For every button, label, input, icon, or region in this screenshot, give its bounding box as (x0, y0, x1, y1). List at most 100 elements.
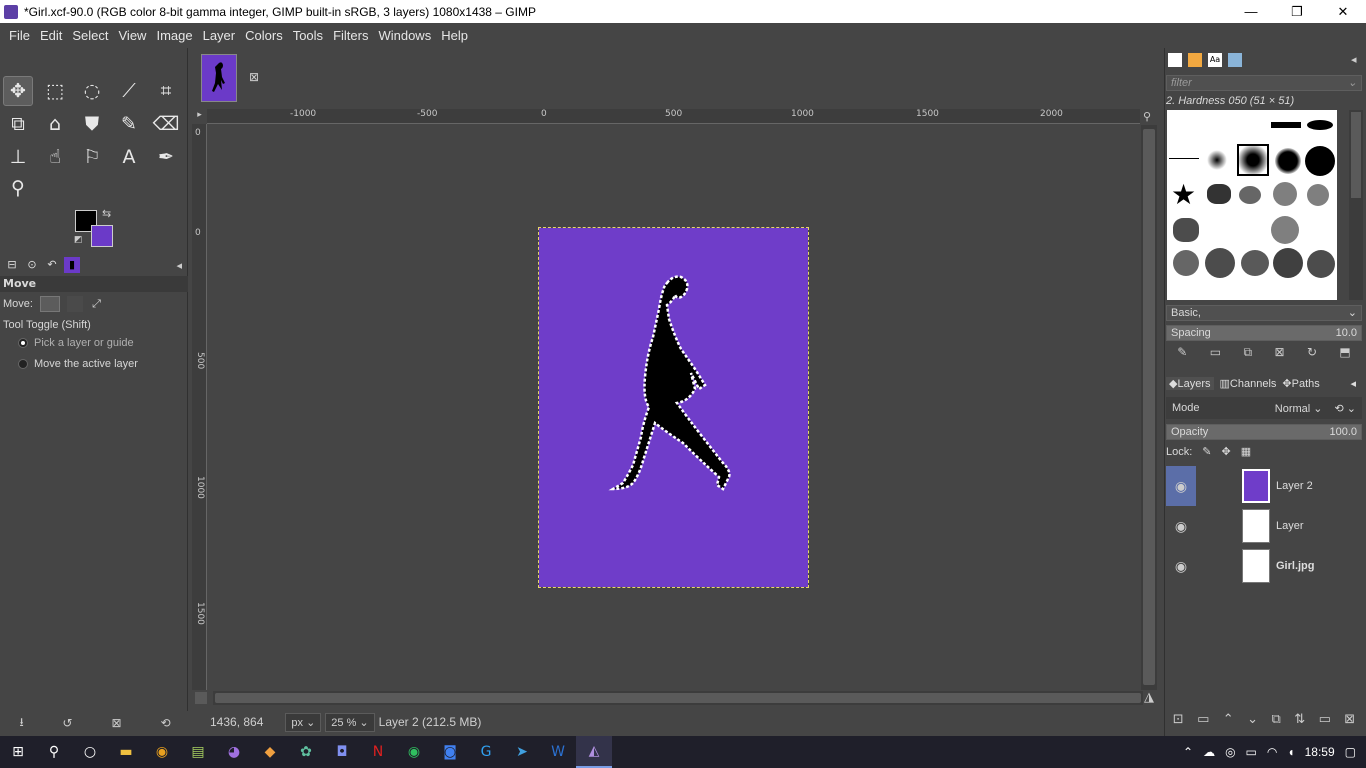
brush-item[interactable] (1169, 158, 1199, 159)
transform-icon[interactable]: ⧉ (3, 109, 33, 139)
brush-item[interactable] (1305, 146, 1335, 176)
brush-scrollbar[interactable] (1349, 110, 1363, 300)
brush-item[interactable] (1207, 150, 1227, 170)
onedrive-icon[interactable]: ☁ (1203, 745, 1215, 759)
bucket-fill-icon[interactable]: ⛊ (77, 109, 107, 139)
brush-panel-menu-icon[interactable]: ◂ (1351, 53, 1357, 66)
brush-item[interactable] (1271, 122, 1301, 128)
file-explorer-icon[interactable]: ▬ (108, 736, 144, 768)
move-selection-icon[interactable] (67, 296, 84, 312)
rect-select-icon[interactable]: ⬚ (40, 76, 70, 106)
clock[interactable]: 18:59 (1305, 745, 1335, 759)
mode-select[interactable]: Normal ⌄ (1275, 402, 1323, 415)
navigate-icon[interactable]: ◮ (1144, 690, 1154, 705)
refresh-brush-icon[interactable]: ↻ (1307, 345, 1317, 360)
menu-layer[interactable]: Layer (198, 28, 241, 43)
spotify-icon[interactable]: ◉ (396, 736, 432, 768)
lasso-icon[interactable]: ◌ (77, 76, 107, 106)
tab-paths[interactable]: ✥Paths (1282, 377, 1319, 390)
layer-name[interactable]: Layer 2 (1276, 480, 1313, 492)
menu-colors[interactable]: Colors (240, 28, 288, 43)
duplicate-brush-icon[interactable]: ⧉ (1243, 345, 1252, 360)
menu-file[interactable]: File (4, 28, 35, 43)
patterns-tab-icon[interactable] (1188, 53, 1202, 67)
lower-layer-icon[interactable]: ⌄ (1247, 712, 1258, 734)
brush-item[interactable] (1173, 250, 1199, 276)
wifi-icon[interactable]: ◠ (1267, 745, 1277, 759)
delete-options-icon[interactable]: ⊠ (111, 716, 121, 730)
menu-edit[interactable]: Edit (35, 28, 67, 43)
menu-filters[interactable]: Filters (328, 28, 373, 43)
netflix-icon[interactable]: N (360, 736, 396, 768)
volume-icon[interactable]: ◖ (1287, 745, 1294, 759)
brush-item[interactable] (1173, 218, 1199, 242)
spacing-slider[interactable]: Spacing 10.0 (1166, 325, 1362, 341)
move-tool-icon[interactable]: ✥ (3, 76, 33, 106)
edit-brush-icon[interactable]: ✎ (1177, 345, 1187, 360)
mode-reset-icon[interactable]: ⟲ ⌄ (1335, 402, 1357, 415)
menu-select[interactable]: Select (67, 28, 113, 43)
move-path-icon[interactable]: ⤢ (92, 298, 101, 310)
layer-name[interactable]: Girl.jpg (1276, 560, 1315, 572)
navigate-corner-icon[interactable] (195, 692, 207, 704)
image-canvas[interactable] (538, 227, 809, 588)
save-options-icon[interactable]: ⭳ (19, 713, 23, 734)
tab-channels[interactable]: ▥Channels (1220, 377, 1277, 390)
text-tool-icon[interactable]: A (114, 142, 144, 172)
brush-filter-input[interactable]: filter ⌄ (1166, 75, 1362, 91)
layer-name[interactable]: Layer (1276, 520, 1304, 532)
discord-icon[interactable]: ◘ (324, 736, 360, 768)
zoom-select[interactable]: 25 % ⌄ (325, 712, 375, 732)
restore-options-icon[interactable]: ↺ (63, 716, 73, 730)
device-status-tab-icon[interactable]: ⊙ (24, 257, 40, 273)
grammarly-icon[interactable]: G (468, 736, 504, 768)
lock-alpha-icon[interactable]: ▦ (1241, 445, 1251, 458)
zoom-app-icon[interactable]: ◙ (432, 736, 468, 768)
swap-colors-icon[interactable]: ⇆ (102, 207, 111, 220)
layers-panel-menu-icon[interactable]: ◂ (1350, 377, 1356, 390)
brush-item[interactable] (1241, 250, 1269, 276)
tray-app-icon[interactable]: ◎ (1225, 745, 1235, 759)
brush-item[interactable] (1307, 120, 1333, 130)
crop-icon[interactable]: ⌗ (151, 76, 181, 106)
image-tab-close-icon[interactable]: ⊠ (249, 70, 259, 84)
unit-select[interactable]: px ⌄ (285, 712, 322, 732)
new-group-icon[interactable]: ▭ (1197, 712, 1209, 734)
color-picker-icon[interactable]: ✒ (151, 142, 181, 172)
brush-item[interactable] (1239, 186, 1261, 204)
images-tab-icon[interactable]: ▮ (64, 257, 80, 273)
undo-history-tab-icon[interactable]: ↶ (44, 257, 60, 273)
brush-item-selected[interactable] (1237, 144, 1269, 176)
brush-grid[interactable]: ★ (1167, 110, 1337, 300)
layer-row[interactable]: ◉ Girl.jpg (1166, 546, 1362, 586)
menu-view[interactable]: View (114, 28, 152, 43)
lock-position-icon[interactable]: ✥ (1222, 445, 1231, 458)
minimize-button[interactable]: — (1228, 0, 1274, 23)
brush-as-image-icon[interactable]: ⬒ (1339, 345, 1350, 360)
new-brush-icon[interactable]: ▭ (1210, 345, 1221, 360)
notification-icon[interactable]: ▢ (1345, 745, 1356, 759)
cortana-icon[interactable]: ○ (72, 736, 108, 768)
tray-chevron-icon[interactable]: ⌃ (1183, 745, 1193, 759)
layer-row[interactable]: ◉ Layer 2 (1166, 466, 1362, 506)
duplicate-layer-icon[interactable]: ⧉ (1271, 712, 1280, 734)
vertical-scrollbar[interactable] (1141, 125, 1157, 690)
visibility-eye-icon[interactable]: ◉ (1166, 466, 1196, 506)
brush-item[interactable] (1273, 248, 1303, 278)
lock-pixels-icon[interactable]: ✎ (1202, 445, 1211, 458)
warp-icon[interactable]: ⌂ (40, 109, 70, 139)
zoom-follow-icon[interactable]: ⚲ (1143, 110, 1157, 124)
delete-brush-icon[interactable]: ⊠ (1274, 345, 1284, 360)
telegram-icon[interactable]: ➤ (504, 736, 540, 768)
menu-windows[interactable]: Windows (373, 28, 436, 43)
zoom-icon[interactable]: ⚲ (3, 173, 33, 203)
notepad-icon[interactable]: ▤ (180, 736, 216, 768)
brush-item[interactable] (1271, 216, 1299, 244)
word-icon[interactable]: W (540, 736, 576, 768)
windows-start-icon[interactable]: ⊞ (0, 736, 36, 768)
tab-layers[interactable]: ◆Layers (1166, 376, 1214, 390)
fonts-tab-icon[interactable]: Aa (1208, 53, 1222, 67)
brush-item[interactable] (1307, 250, 1335, 278)
smudge-icon[interactable]: ☝ (40, 142, 70, 172)
merge-layer-icon[interactable]: ⇅ (1294, 712, 1305, 734)
